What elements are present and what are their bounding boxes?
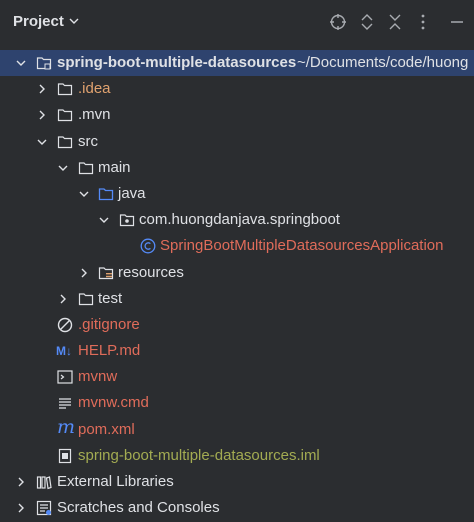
scratches-label: Scratches and Consoles	[57, 499, 220, 517]
chevron-down-icon[interactable]	[78, 188, 90, 200]
source-folder-icon	[98, 188, 114, 201]
folder-icon	[78, 293, 94, 305]
resources-folder-icon	[98, 266, 114, 279]
tree-row-root[interactable]: spring-boot-multiple-datasources ~/Docum…	[0, 50, 474, 77]
mvnw-cmd-label: mvnw.cmd	[78, 394, 149, 412]
root-label: spring-boot-multiple-datasources	[57, 54, 297, 71]
module-folder-icon	[36, 57, 52, 70]
root-path: ~/Documents/code/huong	[297, 54, 469, 71]
chevron-right-icon[interactable]	[36, 83, 48, 95]
folder-icon	[57, 135, 73, 148]
project-tree: spring-boot-multiple-datasources ~/Docum…	[0, 50, 474, 521]
chevron-down-icon[interactable]	[98, 214, 110, 226]
folder-icon	[57, 109, 73, 122]
minimize-icon[interactable]	[448, 13, 466, 31]
tree-row-help[interactable]: M↓ HELP.md	[0, 338, 474, 364]
project-toolbar: Project	[0, 0, 474, 44]
tree-row-java[interactable]: java	[0, 181, 474, 207]
resources-label: resources	[118, 263, 184, 281]
project-title[interactable]: Project	[13, 13, 64, 30]
tree-row-main[interactable]: main	[0, 155, 474, 181]
java-label: java	[118, 184, 146, 202]
chevron-right-icon[interactable]	[36, 109, 48, 121]
help-label: HELP.md	[78, 342, 141, 360]
chevron-down-icon[interactable]	[15, 57, 27, 69]
mvnw-label: mvnw	[78, 368, 118, 386]
tree-row-external-libraries[interactable]: External Libraries	[0, 469, 474, 495]
maven-icon: m	[57, 415, 76, 438]
expand-icon[interactable]	[358, 13, 376, 31]
chevron-down-icon[interactable]	[36, 136, 48, 148]
tree-row-gitignore[interactable]: .gitignore	[0, 312, 474, 338]
module-file-icon	[58, 448, 72, 463]
mvn-label: .mvn	[78, 106, 111, 124]
chevron-down-icon[interactable]	[69, 16, 79, 26]
external-libraries-label: External Libraries	[57, 473, 174, 490]
collapse-icon[interactable]	[386, 13, 404, 31]
more-icon[interactable]	[414, 13, 432, 31]
terminal-file-icon	[57, 370, 73, 384]
tree-row-scratches[interactable]: Scratches and Consoles	[0, 495, 474, 521]
tree-row-app-class[interactable]: SpringBootMultipleDatasourcesApplication	[0, 233, 474, 259]
chevron-down-icon[interactable]	[57, 162, 69, 174]
tree-row-iml[interactable]: spring-boot-multiple-datasources.iml	[0, 443, 474, 469]
main-label: main	[98, 158, 131, 176]
chevron-right-icon[interactable]	[15, 502, 27, 514]
src-label: src	[78, 132, 98, 150]
markdown-icon: M↓	[56, 344, 72, 359]
library-icon	[36, 476, 52, 490]
pom-label: pom.xml	[78, 420, 135, 438]
tree-row-resources[interactable]: resources	[0, 260, 474, 286]
tree-row-idea[interactable]: .idea	[0, 76, 474, 102]
scratches-icon	[36, 501, 52, 516]
tree-row-mvn[interactable]: .mvn	[0, 102, 474, 128]
iml-label: spring-boot-multiple-datasources.iml	[78, 446, 320, 464]
ignore-file-icon	[57, 317, 73, 333]
gitignore-label: .gitignore	[78, 315, 140, 333]
chevron-right-icon[interactable]	[15, 476, 27, 488]
chevron-right-icon[interactable]	[78, 267, 90, 279]
tree-row-pom[interactable]: m pom.xml	[0, 415, 474, 443]
package-label: com.huongdanjava.springboot	[139, 211, 340, 229]
package-icon	[119, 214, 135, 227]
test-label: test	[98, 289, 123, 307]
target-icon[interactable]	[329, 13, 347, 31]
tree-row-test[interactable]: test	[0, 286, 474, 312]
text-file-icon	[59, 398, 71, 410]
folder-icon	[78, 162, 94, 174]
tree-row-mvnw[interactable]: mvnw	[0, 364, 474, 390]
idea-label: .idea	[78, 80, 111, 98]
chevron-right-icon[interactable]	[57, 293, 69, 305]
tree-row-package[interactable]: com.huongdanjava.springboot	[0, 207, 474, 233]
class-icon	[140, 238, 156, 254]
app-class-label: SpringBootMultipleDatasourcesApplication	[160, 237, 444, 255]
tree-row-src[interactable]: src	[0, 129, 474, 155]
folder-icon	[57, 83, 73, 96]
